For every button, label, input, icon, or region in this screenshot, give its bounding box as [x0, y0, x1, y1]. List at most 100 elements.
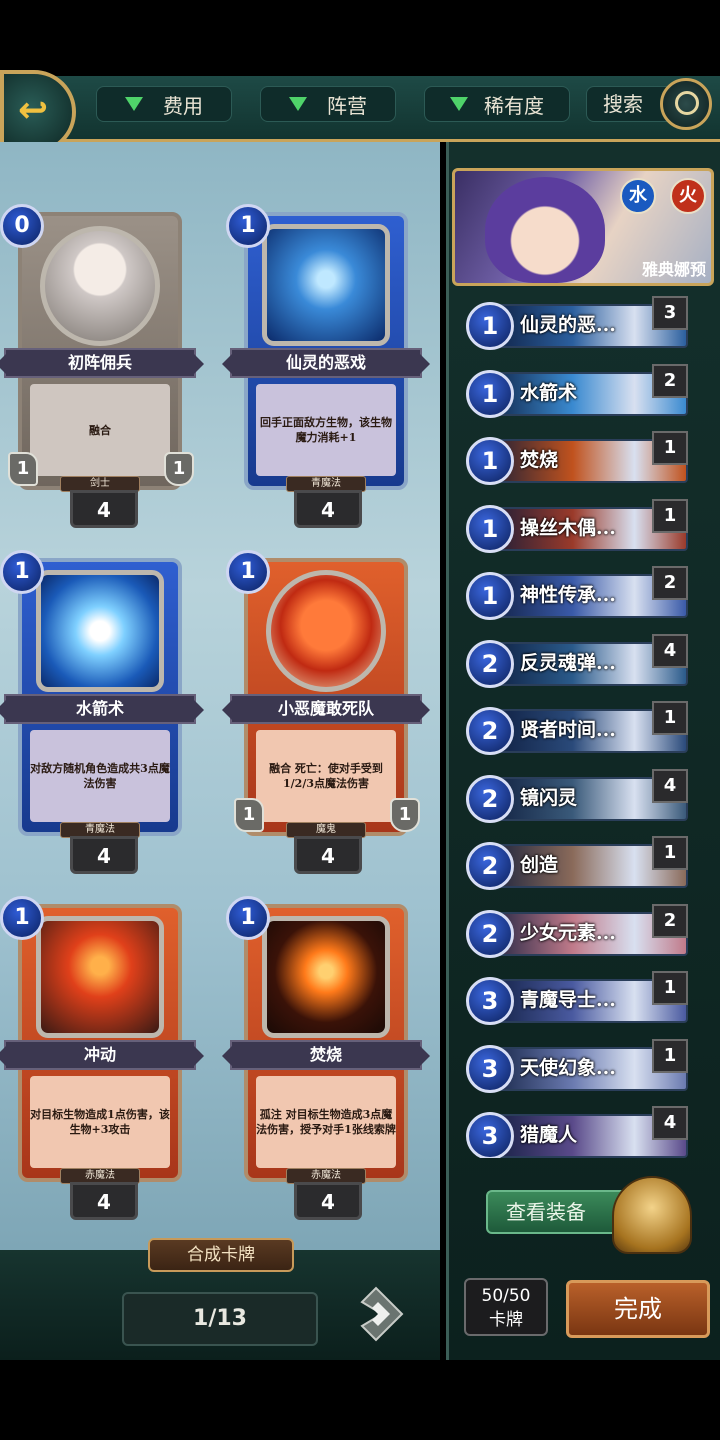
deck-card-row[interactable]: 1 操丝木偶... 1	[462, 498, 688, 553]
deck-card-count: 50/50 卡牌	[464, 1278, 548, 1336]
deck-card-cost: 1	[466, 572, 514, 620]
rarity-filter-label: 稀有度	[484, 93, 544, 118]
deck-card-row[interactable]: 2 少女元素... 2	[462, 903, 688, 958]
mana-cost-badge: 1	[226, 550, 270, 594]
card-art	[40, 226, 160, 346]
deck-card-count: 1	[652, 971, 688, 1005]
deck-card-count: 1	[652, 431, 688, 465]
card-description: 融合	[30, 384, 170, 476]
cost-filter-label: 费用	[163, 93, 203, 118]
deck-count-label: 卡牌	[489, 1310, 523, 1330]
health-badge: 1	[390, 798, 420, 832]
collection-card[interactable]: 小恶魔敢死队 融合 死亡：使对手受到1/2/3点魔法伤害 魔鬼 1 1 1	[222, 550, 430, 848]
deck-card-row[interactable]: 1 水箭术 2	[462, 363, 688, 418]
card-name: 冲动	[0, 1040, 204, 1070]
deck-card-row[interactable]: 2 贤者时间... 1	[462, 701, 688, 755]
card-count: 4	[70, 836, 138, 874]
deck-card-cost: 2	[466, 774, 514, 823]
card-description: 融合 死亡：使对手受到1/2/3点魔法伤害	[256, 730, 396, 822]
deck-card-name: 贤者时间...	[520, 719, 616, 741]
deck-card-row[interactable]: 2 镜闪灵 4	[462, 768, 688, 823]
deck-card-row[interactable]: 3 猎魔人 4	[462, 1106, 688, 1158]
mana-cost-badge: 1	[0, 550, 44, 594]
collection-card[interactable]: 焚烧 孤注 对目标生物造成3点魔法伤害，授予对手1张线索牌 赤魔法 1	[222, 896, 430, 1194]
attack-badge: 1	[234, 798, 264, 832]
card-art	[266, 570, 386, 692]
deck-card-row[interactable]: 1 焚烧 1	[462, 431, 688, 485]
deck-card-cost: 3	[466, 1044, 514, 1093]
collection-card[interactable]: 水箭术 对敌方随机角色造成共3点魔法伤害 青魔法 1	[0, 550, 204, 848]
dropdown-triangle-icon	[125, 97, 143, 111]
deck-card-name: 水箭术	[520, 381, 578, 404]
card-art	[262, 916, 390, 1038]
water-element-icon: 水	[620, 178, 656, 214]
card-name: 仙灵的恶戏	[222, 348, 430, 378]
deck-card-name: 创造	[520, 854, 559, 876]
attack-badge: 1	[8, 452, 38, 486]
deck-card-name: 猎魔人	[520, 1124, 578, 1146]
rarity-filter[interactable]: 稀有度	[424, 86, 570, 122]
deck-card-count: 1	[652, 701, 688, 735]
search-icon[interactable]	[660, 78, 712, 130]
hero-name: 雅典娜预	[641, 260, 706, 279]
card-art	[36, 570, 164, 692]
helmet-icon	[612, 1176, 692, 1254]
deck-card-count: 3	[652, 296, 688, 330]
deck-card-cost: 1	[466, 504, 514, 553]
deck-card-name: 操丝木偶...	[520, 516, 616, 539]
page-indicator: 1/13	[122, 1292, 318, 1346]
card-count: 4	[294, 1182, 362, 1220]
card-name: 水箭术	[0, 694, 204, 724]
card-count: 4	[294, 490, 362, 528]
card-description: 对敌方随机角色造成共3点魔法伤害	[30, 730, 170, 822]
card-count: 4	[70, 1182, 138, 1220]
faction-filter-label: 阵营	[327, 93, 367, 118]
card-description: 回手正面敌方生物，该生物魔力消耗+1	[256, 384, 396, 476]
cost-filter[interactable]: 费用	[96, 86, 232, 122]
deck-card-name: 仙灵的恶...	[520, 314, 616, 336]
mana-cost-badge: 0	[0, 204, 44, 248]
deck-card-row[interactable]: 1 仙灵的恶... 3	[462, 296, 688, 350]
faction-filter[interactable]: 阵营	[260, 86, 396, 122]
deck-card-name: 神性传承...	[520, 584, 616, 606]
deck-card-cost: 1	[466, 302, 514, 350]
deck-card-count: 1	[652, 836, 688, 870]
deck-list: 1 仙灵的恶... 3 1 水箭术 2 1 焚烧 1 1 操丝木偶... 1 1 神性传承... 2 2 反灵魂…	[458, 296, 698, 1158]
fire-element-icon: 火	[670, 178, 706, 214]
deck-card-cost: 3	[466, 977, 514, 1025]
craft-cards-button[interactable]: 合成卡牌	[148, 1238, 294, 1272]
deck-card-name: 天使幻象...	[520, 1056, 616, 1079]
collection-card[interactable]: 冲动 对目标生物造成1点伤害，该生物+3攻击 赤魔法 1	[0, 896, 204, 1194]
deck-card-name: 少女元素...	[520, 921, 616, 944]
deck-card-row[interactable]: 2 创造 1	[462, 836, 688, 890]
collection-card[interactable]: 仙灵的恶戏 回手正面敌方生物，该生物魔力消耗+1 青魔法 1	[222, 204, 430, 502]
deck-count-value: 50/50	[481, 1286, 531, 1306]
mana-cost-badge: 1	[226, 896, 270, 940]
deck-card-cost: 1	[466, 369, 514, 418]
card-count: 4	[70, 490, 138, 528]
hero-face	[485, 177, 605, 283]
deck-card-row[interactable]: 2 反灵魂弹... 4	[462, 633, 688, 688]
collection-card[interactable]: 初阵佣兵 融合 剑士 0 1 1	[0, 204, 204, 502]
deck-card-row[interactable]: 1 神性传承... 2	[462, 566, 688, 620]
deck-card-row[interactable]: 3 青魔导士... 1	[462, 971, 688, 1025]
next-page-arrow-icon[interactable]	[352, 1284, 412, 1344]
deck-card-count: 4	[652, 768, 688, 803]
card-count: 4	[294, 836, 362, 874]
card-description: 对目标生物造成1点伤害，该生物+3攻击	[30, 1076, 170, 1168]
deck-card-name: 青魔导士...	[520, 989, 616, 1011]
deck-card-cost: 3	[466, 1112, 514, 1158]
deck-card-cost: 2	[466, 842, 514, 890]
deck-card-row[interactable]: 3 天使幻象... 1	[462, 1038, 688, 1093]
card-name: 小恶魔敢死队	[222, 694, 430, 724]
deck-card-cost: 2	[466, 639, 514, 688]
deck-card-name: 反灵魂弹...	[520, 651, 616, 674]
card-name: 初阵佣兵	[0, 348, 204, 378]
deck-card-cost: 1	[466, 437, 514, 485]
mana-cost-badge: 1	[0, 896, 44, 940]
deck-card-cost: 2	[466, 909, 514, 958]
deck-card-cost: 2	[466, 707, 514, 755]
back-arrow-icon: ↩	[18, 90, 49, 131]
done-button[interactable]: 完成	[566, 1280, 710, 1338]
dropdown-triangle-icon	[289, 97, 307, 111]
